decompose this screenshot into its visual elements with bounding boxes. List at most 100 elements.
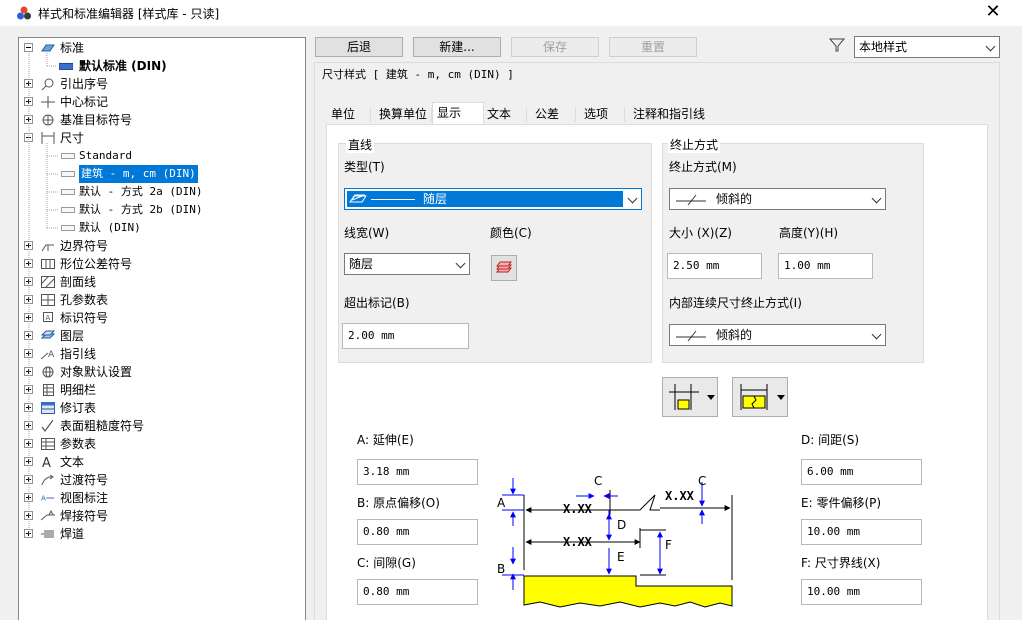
tree-item-dim-default[interactable]: 默认 (DIN) <box>19 219 305 237</box>
tree-item-label: 孔参数表 <box>60 293 109 307</box>
expand-toggle[interactable] <box>24 385 33 394</box>
tree-item-table[interactable]: 参数表 <box>19 435 305 453</box>
new-button[interactable]: 新建... <box>413 37 501 57</box>
expand-toggle[interactable] <box>24 79 33 88</box>
tree-item-dim-standard[interactable]: Standard <box>19 147 305 165</box>
line-width-select[interactable]: 随层 <box>344 253 470 275</box>
tree-item-dim-2a[interactable]: 默认 - 方式 2a (DIN) <box>19 183 305 201</box>
expand-toggle[interactable] <box>24 493 33 502</box>
tree-item-revision-table[interactable]: 修订表 <box>19 399 305 417</box>
tree-item-weld-symbol[interactable]: 焊接符号 <box>19 507 305 525</box>
expand-toggle[interactable] <box>24 439 33 448</box>
dimension-line-style-button[interactable] <box>732 377 788 417</box>
tree-item-label: 标准 <box>60 41 85 55</box>
tree-item-balloon[interactable]: 引出序号 <box>19 75 305 93</box>
inner-termination-select[interactable]: 倾斜的 <box>669 324 886 346</box>
color-label: 颜色(C) <box>490 226 532 240</box>
save-button[interactable]: 保存 <box>511 37 599 57</box>
part-offset-e-input[interactable]: 10.00 mm <box>801 519 922 545</box>
tree-item-label: 焊道 <box>60 527 85 541</box>
tree-item-label: 过渡符号 <box>60 473 109 487</box>
diagram-xx-label: X.XX <box>563 502 592 516</box>
svg-text:A: A <box>42 456 51 468</box>
tab-units[interactable]: 单位 <box>327 104 359 124</box>
tree-item-hatch[interactable]: 剖面线 <box>19 273 305 291</box>
tab-text[interactable]: 文本 <box>483 104 515 124</box>
tree-item-surface-texture[interactable]: 表面粗糙度符号 <box>19 417 305 435</box>
expand-toggle[interactable] <box>24 529 33 538</box>
expand-toggle[interactable] <box>24 421 33 430</box>
tree-item-dimension[interactable]: 尺寸 <box>19 129 305 147</box>
weld-bead-icon <box>41 530 54 538</box>
tree-item-parts-list[interactable]: 明细栏 <box>19 381 305 399</box>
gap-c-input[interactable]: 0.80 mm <box>357 579 478 605</box>
tree-item-layers[interactable]: 图层 <box>19 327 305 345</box>
collapse-toggle[interactable] <box>24 133 33 142</box>
back-button[interactable]: 后退 <box>315 37 403 57</box>
size-input[interactable]: 2.50 mm <box>667 253 762 279</box>
tree-item-view-annotation[interactable]: A 视图标注 <box>19 489 305 507</box>
tree-item-label: 默认标准 (DIN) <box>79 59 167 73</box>
expand-toggle[interactable] <box>24 475 33 484</box>
spacing-d-input[interactable]: 6.00 mm <box>801 459 922 485</box>
line-type-select[interactable]: 随层 <box>344 188 642 210</box>
expand-toggle[interactable] <box>24 313 33 322</box>
extension-f-input[interactable]: 10.00 mm <box>801 579 922 605</box>
expand-toggle[interactable] <box>24 331 33 340</box>
expand-toggle[interactable] <box>24 259 33 268</box>
tree-item-label: 指引线 <box>60 347 97 361</box>
datum-target-icon <box>42 114 54 126</box>
expand-toggle[interactable] <box>24 403 33 412</box>
tree-item-datum-target[interactable]: 基准目标符号 <box>19 111 305 129</box>
expand-toggle[interactable] <box>24 295 33 304</box>
filter-icon[interactable] <box>829 37 845 53</box>
expand-toggle[interactable] <box>24 277 33 286</box>
origin-offset-b-label: B: 原点偏移(O) <box>357 496 440 510</box>
diagram-xx-label: X.XX <box>563 535 592 549</box>
expand-toggle[interactable] <box>24 457 33 466</box>
hatch-icon <box>41 276 55 288</box>
reset-button[interactable]: 重置 <box>609 37 697 57</box>
expand-toggle[interactable] <box>24 349 33 358</box>
tab-notes-leaders[interactable]: 注释和指引线 <box>629 104 709 124</box>
height-input[interactable]: 1.00 mm <box>778 253 873 279</box>
tree-item-center-mark[interactable]: 中心标记 <box>19 93 305 111</box>
expand-toggle[interactable] <box>24 367 33 376</box>
svg-text:A: A <box>46 314 51 322</box>
tab-display[interactable]: 显示 <box>432 102 484 126</box>
collapse-toggle[interactable] <box>24 43 33 52</box>
tab-tolerance[interactable]: 公差 <box>531 104 563 124</box>
color-button[interactable] <box>491 255 517 281</box>
extension-line-style-button[interactable] <box>662 377 718 417</box>
tree-item-dim-2b[interactable]: 默认 - 方式 2b (DIN) <box>19 201 305 219</box>
tree-item-label: 明细栏 <box>60 383 97 397</box>
close-button[interactable]: ✕ <box>982 2 1004 24</box>
tree-item-label: 边界符号 <box>60 239 109 253</box>
chevron-down-icon <box>871 329 882 340</box>
extension-a-input[interactable]: 3.18 mm <box>357 459 478 485</box>
expand-toggle[interactable] <box>24 97 33 106</box>
tree-item-text[interactable]: A 文本 <box>19 453 305 471</box>
style-filter-select[interactable]: 本地样式 <box>854 36 1000 58</box>
tree-item-default-standard[interactable]: 默认标准 (DIN) <box>19 57 305 75</box>
tab-alternate-units[interactable]: 换算单位 <box>375 104 431 124</box>
extension-input[interactable]: 2.00 mm <box>342 323 469 349</box>
origin-offset-b-input[interactable]: 0.80 mm <box>357 519 478 545</box>
tree-item-hole-table[interactable]: 孔参数表 <box>19 291 305 309</box>
tree-item-leader[interactable]: A 指引线 <box>19 345 305 363</box>
tree-item-object-defaults[interactable]: 对象默认设置 <box>19 363 305 381</box>
expand-toggle[interactable] <box>24 115 33 124</box>
tree-item-transition[interactable]: 过渡符号 <box>19 471 305 489</box>
tree-item-dim-architectural[interactable]: 建筑 - m, cm (DIN) <box>19 165 305 183</box>
expand-toggle[interactable] <box>24 511 33 520</box>
tab-options[interactable]: 选项 <box>580 104 612 124</box>
tree-item-gdt[interactable]: 形位公差符号 <box>19 255 305 273</box>
termination-select[interactable]: 倾斜的 <box>669 188 886 210</box>
tree-item-boundary[interactable]: 边界符号 <box>19 237 305 255</box>
tree-item-standard[interactable]: 标准 <box>19 39 305 57</box>
tree-item-id-symbol[interactable]: A 标识符号 <box>19 309 305 327</box>
tree-item-weld-bead[interactable]: 焊道 <box>19 525 305 543</box>
style-tree[interactable]: 标准 默认标准 (DIN) 引出序号 中心标记 基准目标符号 尺寸 Standa… <box>18 37 306 620</box>
weld-symbol-icon <box>41 510 55 521</box>
expand-toggle[interactable] <box>24 241 33 250</box>
